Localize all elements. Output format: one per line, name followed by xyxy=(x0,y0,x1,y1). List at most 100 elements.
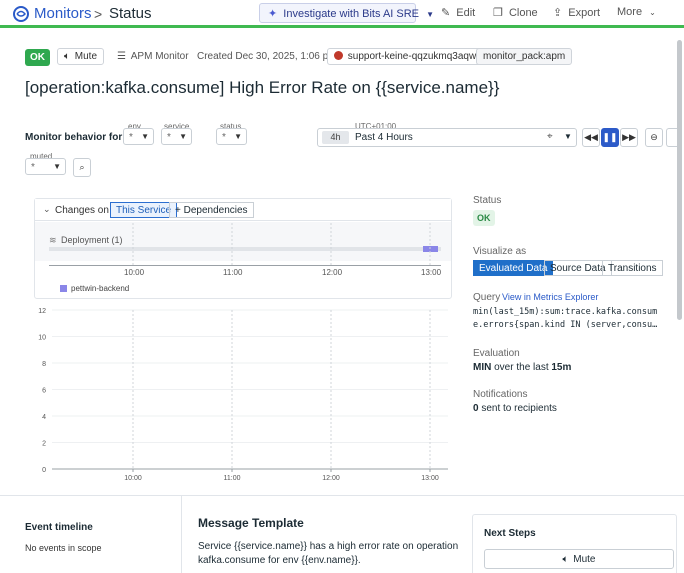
pause-icon: ❚❚ xyxy=(602,132,618,142)
search-button[interactable]: ⌕ xyxy=(73,158,91,177)
notifications-text: sent to recipients xyxy=(478,403,557,414)
next-steps-mute-label: Mute xyxy=(573,554,596,565)
fast-forward-icon: ▶▶ xyxy=(622,132,636,142)
sparkle-icon: ✦ xyxy=(268,8,278,20)
time-picker[interactable]: 4h Past 4 Hours ⌖ ▼ xyxy=(317,128,577,147)
x-tick-label: 10:00 xyxy=(124,475,142,482)
y-tick-label: 12 xyxy=(38,308,46,315)
time-label: Past 4 Hours xyxy=(355,132,413,143)
breadcrumb-status: Status xyxy=(109,5,152,22)
notifications-heading: Notifications xyxy=(473,389,528,400)
owner-name: support-keine-qqzukmq3aqwi xyxy=(347,51,479,62)
speaker-icon: 🔈︎ xyxy=(562,554,569,565)
tab-transitions[interactable]: Transitions xyxy=(602,260,663,276)
step-back-button[interactable]: ◀◀ xyxy=(582,128,600,147)
changes-tick: 11:00 xyxy=(223,268,243,277)
speaker-icon: 🔈︎ xyxy=(64,51,70,62)
env-select[interactable]: * ▼ xyxy=(123,128,154,145)
message-template-heading: Message Template xyxy=(198,516,304,530)
edit-button[interactable]: ✎ Edit xyxy=(441,6,475,19)
chevron-down-icon: ▼ xyxy=(234,132,242,141)
chevron-down-icon: ▼ xyxy=(426,10,434,19)
tag-monitor-pack[interactable]: monitor_pack:apm xyxy=(476,48,573,65)
pin-icon[interactable]: ⌖ xyxy=(547,131,553,142)
breadcrumb-separator: > xyxy=(94,6,103,22)
chevron-down-icon[interactable]: ⌄ xyxy=(43,204,51,215)
notifications-value: 0 sent to recipients xyxy=(473,403,557,414)
avatar xyxy=(334,51,343,60)
breadcrumb-monitors[interactable]: Monitors xyxy=(34,5,92,22)
error-rate-chart[interactable]: 0 2 4 6 8 10 12 10:00 11:00 12:00 13:00 xyxy=(36,303,456,488)
clone-button[interactable]: ❐ Clone xyxy=(493,6,538,19)
pencil-icon: ✎ xyxy=(441,7,451,19)
y-tick-label: 0 xyxy=(42,467,46,474)
y-tick-label: 6 xyxy=(42,388,46,395)
service-value: * xyxy=(167,132,171,143)
metrics-explorer-link[interactable]: View in Metrics Explorer xyxy=(502,292,598,302)
status-ok-badge: OK xyxy=(473,210,495,226)
changes-panel: ⌄ Changes on This Service + Dependencies… xyxy=(34,198,452,299)
y-tick-label: 2 xyxy=(42,441,46,448)
env-value: * xyxy=(129,132,133,143)
x-tick-label: 13:00 xyxy=(421,475,439,482)
x-tick-label: 12:00 xyxy=(322,475,340,482)
chevron-down-icon: ▼ xyxy=(53,162,61,171)
investigate-bits-button[interactable]: ✦ Investigate with Bits AI SRE ▼ xyxy=(259,3,434,23)
edit-label: Edit xyxy=(456,7,476,19)
owner-badge[interactable]: support-keine-qqzukmq3aqwi xyxy=(327,48,486,65)
section-divider xyxy=(0,495,684,496)
chevron-down-icon: ▼ xyxy=(564,132,572,141)
y-tick-label: 4 xyxy=(42,414,46,421)
status-heading: Status xyxy=(473,195,502,206)
event-timeline-heading: Event timeline xyxy=(25,522,93,533)
status-badge: OK xyxy=(25,49,50,66)
next-steps-heading: Next Steps xyxy=(484,528,536,539)
legend-label[interactable]: pettwin-backend xyxy=(71,284,129,293)
query-text-line-2: e.errors{span.kind IN (server,consu… xyxy=(473,320,658,330)
message-line-2: kafka.consume for env {{env.name}}. xyxy=(198,555,361,566)
next-steps-mute-button[interactable]: 🔈︎ Mute xyxy=(484,549,674,569)
service-select[interactable]: * ▼ xyxy=(161,128,192,145)
time-chip: 4h xyxy=(322,131,349,144)
behavior-label: Monitor behavior for xyxy=(25,132,123,143)
evaluation-value: MIN over the last 15m xyxy=(473,362,571,373)
more-button[interactable]: More ⌄ xyxy=(617,6,656,18)
this-service-toggle[interactable]: This Service xyxy=(110,202,178,218)
muted-value: * xyxy=(31,162,35,173)
visualize-heading: Visualize as xyxy=(473,246,527,257)
copy-icon: ❐ xyxy=(493,7,503,19)
muted-select[interactable]: * ▼ xyxy=(25,158,66,175)
chevron-down-icon: ⌄ xyxy=(649,8,656,17)
monitor-type-icon: ☰ xyxy=(117,51,126,62)
rewind-icon: ◀◀ xyxy=(584,132,598,142)
column-divider xyxy=(181,496,182,573)
bits-button-label: Investigate with Bits AI SRE xyxy=(283,8,420,20)
evaluation-heading: Evaluation xyxy=(473,348,520,359)
y-tick-label: 8 xyxy=(42,361,46,368)
evaluation-aggregation: MIN xyxy=(473,362,492,373)
zoom-out-button[interactable]: ⊖ xyxy=(645,128,663,147)
changes-gridlines xyxy=(132,223,431,265)
changes-tick: 10:00 xyxy=(124,268,145,277)
dependencies-toggle[interactable]: + Dependencies xyxy=(169,202,254,218)
page-title: [operation:kafka.consume] High Error Rat… xyxy=(25,78,500,97)
query-text-line-1: min(last_15m):sum:trace.kafka.consum xyxy=(473,307,658,317)
status-select[interactable]: * ▼ xyxy=(216,128,247,145)
pause-button[interactable]: ❚❚ xyxy=(601,128,619,147)
export-label: Export xyxy=(568,7,601,19)
scrollbar[interactable] xyxy=(677,40,682,320)
chevron-down-icon: ▼ xyxy=(179,132,187,141)
message-line-1: Service {{service.name}} has a high erro… xyxy=(198,541,459,552)
mute-button[interactable]: 🔈︎ Mute xyxy=(57,48,105,65)
step-forward-button[interactable]: ▶▶ xyxy=(620,128,638,147)
tab-evaluated-data[interactable]: Evaluated Data xyxy=(473,260,554,276)
search-icon: ⌕ xyxy=(79,162,85,172)
export-button[interactable]: ⇪ Export xyxy=(553,6,600,19)
evaluation-window: 15m xyxy=(551,362,572,373)
query-heading: Query xyxy=(473,292,501,303)
datadog-logo-icon[interactable] xyxy=(12,5,30,23)
changes-tick: 13:00 xyxy=(421,268,442,277)
clone-label: Clone xyxy=(508,7,538,19)
monitor-type: ☰ APM Monitor xyxy=(117,51,189,62)
monitor-type-label: APM Monitor xyxy=(130,51,189,62)
